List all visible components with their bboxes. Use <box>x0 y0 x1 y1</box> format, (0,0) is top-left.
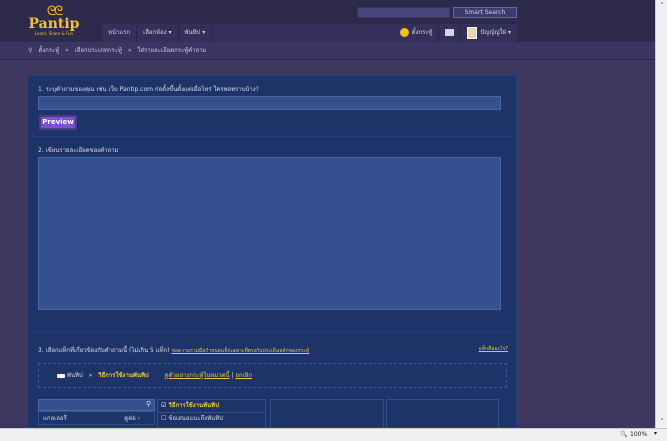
nav-home[interactable]: หน้าแรก <box>102 24 138 42</box>
detail-textarea[interactable] <box>38 157 501 310</box>
main-nav: หน้าแรก เลือกห้อง ▾ พันทิป ▾ ตั้งกระทู้ … <box>102 24 518 42</box>
breadcrumb-sep: » <box>65 47 69 54</box>
checkbox-checked-icon: ☑ <box>161 402 167 409</box>
tag-current: วิธีการใช้งานพันทิป <box>98 372 149 379</box>
scroll-down-icon[interactable]: ˅ <box>656 416 667 428</box>
tag-category-row[interactable]: แกลเลอรี่ ดูต่อ › <box>38 411 155 425</box>
tag-sep: » <box>88 372 93 379</box>
what-is-tag-link[interactable]: แท็กคืออะไร? <box>479 345 508 353</box>
header: ᘓᘓ Pantip Learn, Share & Fun Smart Searc… <box>0 0 655 42</box>
tag-instruction: 3. เลือกแท็กที่เกี่ยวข้องกับคำถามนี้ (ไม… <box>38 347 170 354</box>
page-scrollbar[interactable]: ˄ ˅ <box>655 0 667 428</box>
post-form: 1. ระบุคำถามของคุณ เช่น เว็บ Pantip.com … <box>27 75 517 429</box>
detail-label: 2. เขียนรายละเอียดของคำถาม <box>38 147 119 154</box>
link-sep: | <box>231 372 234 379</box>
checkbox-icon: ☐ <box>161 415 167 422</box>
question-label: 1. ระบุคำถามของคุณ เช่น เว็บ Pantip.com … <box>38 86 259 93</box>
breadcrumb-type[interactable]: เลือกประเภทกระทู้ <box>75 47 122 54</box>
tag-column-3 <box>270 399 384 429</box>
search-input[interactable] <box>357 7 450 18</box>
tag-path: พันทิป <box>66 372 83 379</box>
mail-icon <box>445 29 455 36</box>
breadcrumb: ⚲ ตั้งกระทู้ » เลือกประเภทกระทู้ » ใส่รา… <box>0 42 655 60</box>
zoom-icon: 🔍 <box>620 431 628 438</box>
breadcrumb-current: ใส่รายละเอียดกระทู้คำถาม <box>137 47 207 54</box>
preview-button[interactable]: Preview <box>39 115 77 130</box>
tag-icon <box>57 373 65 378</box>
search-icon: ⚲ <box>145 400 151 408</box>
nav-rooms[interactable]: เลือกห้อง ▾ <box>137 24 179 42</box>
tag-guideline-link[interactable]: ขอความร่วมมือกำหนดแท็กเฉพาะที่ตรงกับประเ… <box>171 348 309 354</box>
category-name: แกลเลอรี่ <box>43 415 67 422</box>
post-icon <box>399 28 409 37</box>
smart-search-button[interactable]: Smart Search <box>453 7 517 18</box>
tag-check-label: วิธีการใช้งานพันทิป <box>168 402 219 409</box>
tag-column-4 <box>386 399 499 429</box>
category-more[interactable]: ดูต่อ › <box>124 413 140 423</box>
location-pin-icon: ⚲ <box>28 47 33 54</box>
browser-status-bar: 🔍 100% ▾ <box>0 428 667 441</box>
avatar <box>467 26 478 39</box>
tag-label: 3. เลือกแท็กที่เกี่ยวข้องกับคำถามนี้ (ไม… <box>38 345 508 355</box>
zoom-dropdown-icon[interactable]: ▾ <box>654 430 657 437</box>
tag-search-panel: ⚲ แกลเลอรี่ ดูต่อ › <box>38 399 155 429</box>
tag-cancel-link[interactable]: ยกเลิก <box>235 372 252 379</box>
scroll-up-icon[interactable]: ˄ <box>656 0 667 12</box>
tag-checklist: ☑ วิธีการใช้งานพันทิป ☐ ข้อเสนอแนะถึงพัน… <box>157 399 266 429</box>
divider <box>28 331 516 332</box>
logo-name: Pantip <box>28 16 80 32</box>
post-label: ตั้งกระทู้ <box>411 29 433 36</box>
breadcrumb-sep: » <box>127 47 132 54</box>
tag-check-label: ข้อเสนอแนะถึงพันทิป <box>168 415 224 422</box>
pantip-logo[interactable]: ᘓᘓ Pantip Learn, Share & Fun <box>26 5 82 40</box>
breadcrumb-post[interactable]: ตั้งกระทู้ <box>38 47 59 54</box>
tag-search-input[interactable]: ⚲ <box>38 399 155 411</box>
user-name: ปัญญ์ญ่ใฝ่ ▾ <box>480 29 511 36</box>
nav-pantip[interactable]: พันทิป ▾ <box>179 24 213 42</box>
tag-example-link[interactable]: ดูตัวอย่างกระทู้ในหมวดนี้ <box>165 372 230 379</box>
nav-messages[interactable] <box>439 24 462 42</box>
tag-check-item[interactable]: ☑ วิธีการใช้งานพันทิป <box>158 400 265 413</box>
divider <box>28 136 516 137</box>
zoom-level[interactable]: 100% <box>630 431 647 438</box>
nav-post[interactable]: ตั้งกระทู้ <box>394 24 440 42</box>
tag-check-item[interactable]: ☐ ข้อเสนอแนะถึงพันทิป <box>158 413 265 426</box>
title-input[interactable] <box>38 96 501 110</box>
selected-tag-bar: พันทิป » วิธีการใช้งานพันทิป ดูตัวอย่างก… <box>38 363 507 388</box>
nav-user[interactable]: ปัญญ์ญ่ใฝ่ ▾ <box>461 24 518 42</box>
